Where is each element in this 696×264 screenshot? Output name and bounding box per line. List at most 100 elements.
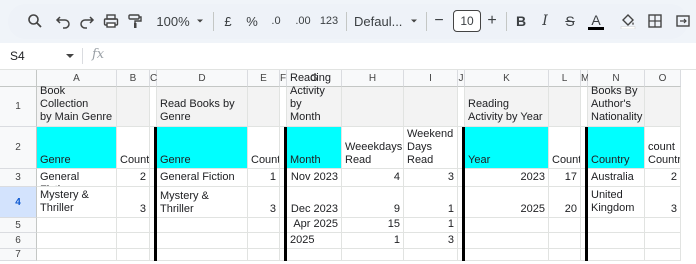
cell-a5[interactable] [37, 218, 117, 233]
cell-g2[interactable]: Month [287, 127, 342, 169]
column-header[interactable]: L [549, 70, 581, 87]
font-select[interactable]: Defaul... [354, 10, 414, 32]
cell-n2[interactable]: Country [588, 127, 645, 169]
currency-button[interactable]: £ [220, 10, 236, 32]
cell-l2[interactable]: Count [549, 127, 581, 169]
cell-i7[interactable] [404, 249, 458, 261]
cell-d6[interactable] [157, 233, 248, 249]
cell-b5[interactable] [117, 218, 150, 233]
decrease-font-size-button[interactable]: − [432, 10, 446, 32]
cell-b6[interactable] [117, 233, 150, 249]
cell-d5[interactable] [157, 218, 248, 233]
cell-i4[interactable]: 1 [404, 187, 458, 218]
text-color-icon[interactable]: A [587, 10, 605, 32]
cell-g5[interactable]: Apr 2025 [287, 218, 342, 233]
cell-a3[interactable]: General Fiction [37, 169, 117, 187]
cell-e1[interactable] [248, 87, 280, 127]
cell-e7[interactable] [248, 249, 280, 261]
borders-icon[interactable] [646, 10, 664, 32]
print-icon[interactable] [102, 10, 120, 32]
cell-g6[interactable]: May 2025 [287, 233, 342, 249]
cell-b3[interactable]: 2 [117, 169, 150, 187]
cell-d4[interactable]: Mystery & Thriller [157, 187, 248, 218]
column-header[interactable]: C [150, 70, 157, 87]
font-size-input[interactable]: 10 [453, 10, 481, 32]
cell-e2[interactable]: Count [248, 127, 280, 169]
column-header[interactable]: M [581, 70, 589, 87]
chevron-down-icon[interactable] [194, 10, 206, 32]
cell-k3[interactable]: 2023 [465, 169, 549, 187]
cell-g1[interactable]: Reading Activity by Month [287, 72, 342, 127]
cell-a4[interactable]: Mystery & Thriller [37, 187, 117, 218]
cell-g4[interactable]: Dec 2023 [287, 187, 342, 218]
cell-i5[interactable]: 1 [404, 218, 458, 233]
column-header[interactable]: K [465, 70, 549, 87]
cell-b1[interactable] [117, 87, 150, 127]
cell-o5[interactable] [645, 218, 681, 233]
row-header[interactable]: 3 [0, 169, 37, 187]
percent-button[interactable]: % [244, 10, 260, 32]
column-header[interactable]: O [645, 70, 681, 87]
cell-h4[interactable]: 9 [342, 187, 404, 218]
column-header[interactable]: I [404, 70, 458, 87]
column-header[interactable]: E [248, 70, 280, 87]
cell-o7[interactable] [645, 249, 681, 261]
cell-d1[interactable]: Read Books by Genre [157, 87, 248, 127]
cell-l1[interactable] [549, 87, 581, 127]
decrease-decimal-button[interactable]: .0 [266, 10, 286, 32]
cell-k6[interactable] [465, 233, 549, 249]
cell-g7[interactable] [287, 249, 342, 261]
fill-color-icon[interactable] [619, 10, 637, 32]
cell-g3[interactable]: Nov 2023 [287, 169, 342, 187]
cell-n7[interactable] [588, 249, 645, 261]
cell-a6[interactable] [37, 233, 117, 249]
cell-l5[interactable] [549, 218, 581, 233]
redo-icon[interactable] [78, 10, 96, 32]
cell-n1[interactable]: Books By Author's Nationality [588, 85, 645, 127]
cell-d2[interactable]: Genre [157, 127, 248, 169]
cell-k5[interactable] [465, 218, 549, 233]
merge-cells-icon[interactable] [674, 10, 692, 32]
cell-f1[interactable] [280, 87, 287, 127]
row-header[interactable]: 1 [0, 87, 37, 127]
cell-o1[interactable] [645, 87, 681, 127]
increase-font-size-button[interactable]: + [485, 10, 499, 32]
cell-n3[interactable]: Australia [588, 169, 645, 187]
cell-h2[interactable]: Weeekdays Read [342, 127, 404, 169]
cell-m1[interactable] [581, 87, 588, 127]
cell-h3[interactable]: 4 [342, 169, 404, 187]
row-header[interactable]: 7 [0, 249, 37, 261]
column-header[interactable]: J [458, 70, 465, 87]
row-header[interactable]: 5 [0, 218, 37, 233]
column-header[interactable]: D [157, 70, 248, 87]
column-header[interactable]: B [117, 70, 150, 87]
paint-format-icon[interactable] [126, 10, 144, 32]
zoom-select[interactable]: 100% [152, 10, 194, 32]
cell-o4[interactable]: 3 [645, 187, 681, 218]
cell-e3[interactable]: 1 [248, 169, 280, 187]
cell-l6[interactable] [549, 233, 581, 249]
cell-o2[interactable]: count Country [645, 127, 681, 169]
cell-e6[interactable] [248, 233, 280, 249]
column-header[interactable]: F [280, 70, 287, 87]
row-header[interactable]: 6 [0, 233, 37, 249]
cell-k1[interactable]: Reading Activity by Year [465, 87, 549, 127]
search-icon[interactable] [26, 10, 44, 32]
cell-i6[interactable]: 3 [404, 233, 458, 249]
cell-e5[interactable] [248, 218, 280, 233]
cell-l4[interactable]: 20 [549, 187, 581, 218]
select-all-corner[interactable] [0, 70, 37, 87]
cell-b4[interactable]: 3 [117, 187, 150, 218]
row-header[interactable]: 4 [0, 187, 37, 218]
cell-h5[interactable]: 15 [342, 218, 404, 233]
cell-a1[interactable]: Book Collection by Main Genre [37, 85, 117, 127]
increase-decimal-button[interactable]: .00 [292, 10, 314, 32]
row-header[interactable]: 2 [0, 127, 37, 169]
cell-j1[interactable] [458, 87, 465, 127]
cell-o3[interactable]: 2 [645, 169, 681, 187]
cell-o6[interactable] [645, 233, 681, 249]
bold-icon[interactable]: B [513, 10, 529, 32]
cell-i2[interactable]: Weekend Days Read [404, 127, 458, 169]
column-header[interactable]: H [342, 70, 404, 87]
cell-a2[interactable]: Genre [37, 127, 117, 169]
